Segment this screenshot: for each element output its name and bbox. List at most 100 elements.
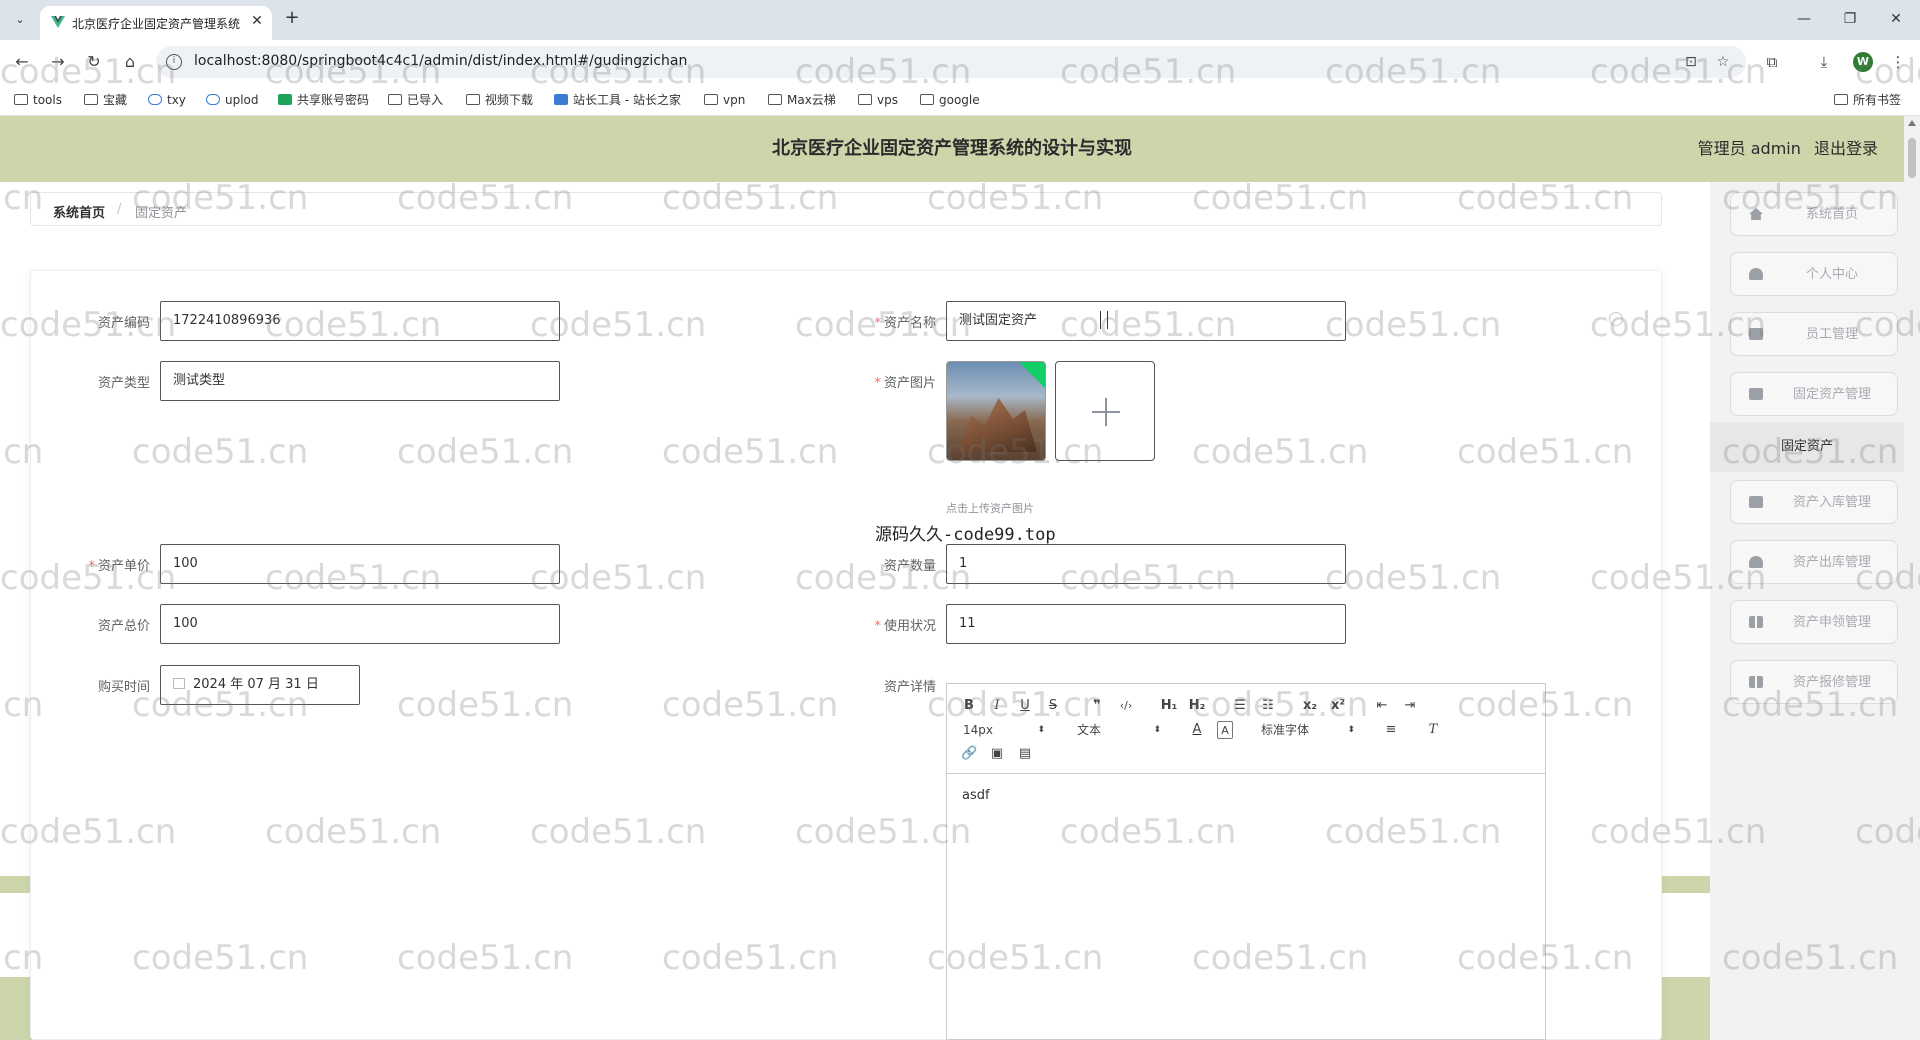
bookmark-treasure[interactable]: 宝藏 [84, 91, 127, 109]
sidebar-item-employees[interactable]: 员工管理 [1730, 312, 1898, 356]
bookmark-chinaz[interactable]: 站长工具 - 站长之家 [554, 91, 681, 109]
back-icon[interactable]: ← [12, 52, 32, 72]
bookmark-max[interactable]: Max云梯 [768, 91, 836, 109]
asset-image-thumbnail[interactable] [946, 361, 1046, 461]
underline-icon[interactable]: U [1017, 697, 1033, 715]
image-upload-add-button[interactable] [1055, 361, 1155, 461]
label-quantity: 资产数量 [883, 559, 936, 574]
heading1-icon[interactable]: H₁ [1159, 697, 1179, 715]
purchase-date-picker[interactable]: 2024 年 07 月 31 日 [160, 665, 360, 705]
profile-avatar[interactable]: W [1853, 52, 1873, 72]
label-asset-type: 资产类型 [97, 376, 150, 391]
sidebar-item-inbound[interactable]: 资产入库管理 [1730, 480, 1898, 524]
blockquote-icon[interactable]: ❞ [1089, 697, 1105, 715]
url-field[interactable]: i localhost:8080/springboot4c4c1/admin/d… [156, 46, 1746, 78]
block-format-select[interactable]: 文本 ⬍ [1077, 721, 1161, 739]
bookmark-uplod[interactable]: uplod [206, 91, 259, 109]
sidebar-item-outbound[interactable]: 资产出库管理 [1730, 540, 1898, 584]
code-block-icon[interactable]: ‹/› [1117, 697, 1135, 715]
bookmark-tools[interactable]: tools [14, 91, 62, 109]
reload-icon[interactable]: ↻ [84, 52, 104, 72]
scroll-up-arrow-icon[interactable] [1908, 120, 1916, 126]
sidebar-item-home[interactable]: 系统首页 [1730, 192, 1898, 236]
font-color-icon[interactable]: A [1189, 721, 1205, 739]
page-scrollbar[interactable] [1904, 116, 1920, 1040]
cloud-icon [206, 94, 220, 105]
extensions-icon[interactable]: ⧉ [1762, 52, 1782, 72]
sidebar-item-profile[interactable]: 个人中心 [1730, 252, 1898, 296]
inbound-icon [1749, 496, 1763, 508]
label-purchase-time: 购买时间 [97, 680, 150, 695]
folder-icon [84, 94, 98, 105]
restore-icon[interactable]: ❐ [1840, 9, 1860, 29]
asset-name-input[interactable]: 测试固定资产 [946, 301, 1346, 341]
bookmark-star-icon[interactable]: ☆ [1714, 53, 1732, 71]
folder-icon [768, 94, 782, 105]
bookmark-video-download[interactable]: 视频下载 [466, 91, 533, 109]
strikethrough-icon[interactable]: S [1045, 697, 1061, 715]
new-tab-icon[interactable]: + [282, 8, 302, 28]
folder-icon [858, 94, 872, 105]
browser-tab-bar: ⌄ 北京医疗企业固定资产管理系统 ✕ + — ❐ ✕ [0, 0, 1920, 40]
background-color-icon[interactable]: A [1217, 721, 1233, 739]
bullet-list-icon[interactable]: ☷ [1259, 697, 1277, 715]
download-icon[interactable]: ⤓ [1814, 52, 1834, 72]
forward-icon[interactable]: → [48, 52, 68, 72]
ordered-list-icon[interactable]: ☰ [1231, 697, 1249, 715]
sidebar-item-label: 系统首页 [1805, 207, 1858, 222]
tab-close-icon[interactable]: ✕ [248, 12, 266, 30]
video-icon[interactable]: ▤ [1017, 745, 1033, 763]
select-arrow-icon: ⬍ [1347, 725, 1355, 735]
bookmark-google[interactable]: google [920, 91, 980, 109]
window-close-icon[interactable]: ✕ [1886, 9, 1906, 29]
minimize-icon[interactable]: — [1794, 9, 1814, 29]
chinaz-icon [554, 94, 568, 105]
bookmark-imported[interactable]: 已导入 [388, 91, 443, 109]
sidebar-item-label: 员工管理 [1805, 327, 1858, 342]
apply-icon [1749, 616, 1763, 628]
bold-icon[interactable]: B [961, 697, 977, 715]
logout-link[interactable]: 退出登录 [1814, 139, 1878, 158]
sidebar-item-repair[interactable]: 资产报修管理 [1730, 660, 1898, 704]
clear-format-icon[interactable]: T [1425, 721, 1441, 739]
bookmark-vps[interactable]: vps [858, 91, 898, 109]
sidebar-item-label: 资产申领管理 [1792, 615, 1871, 630]
superscript-icon[interactable]: x² [1329, 697, 1347, 715]
home-icon [1749, 208, 1763, 220]
sidebar-item-apply[interactable]: 资产申领管理 [1730, 600, 1898, 644]
quantity-input[interactable]: 1 [946, 544, 1346, 584]
browser-tab-active[interactable]: 北京医疗企业固定资产管理系统 ✕ [40, 6, 272, 40]
font-family-select[interactable]: 标准字体 ⬍ [1261, 721, 1355, 739]
sidebar-item-fixed-assets[interactable]: 固定资产管理 [1730, 372, 1898, 416]
breadcrumb: 系统首页 / 固定资产 [30, 192, 1662, 226]
italic-icon[interactable]: I [989, 697, 1005, 715]
total-price-input[interactable]: 100 [160, 604, 560, 644]
heading2-icon[interactable]: H₂ [1187, 697, 1207, 715]
bookmark-txy[interactable]: txy [148, 91, 186, 109]
tab-search-chevron-icon[interactable]: ⌄ [10, 10, 30, 30]
subscript-icon[interactable]: x₂ [1301, 697, 1319, 715]
font-size-select[interactable]: 14px ⬍ [963, 721, 1045, 739]
unit-price-input[interactable]: 100 [160, 544, 560, 584]
asset-type-input[interactable]: 测试类型 [160, 361, 560, 401]
bookmark-shared-accounts[interactable]: 共享账号密码 [278, 91, 369, 109]
usage-status-input[interactable]: 11 [946, 604, 1346, 644]
asset-code-input[interactable]: 1722410896936 [160, 301, 560, 341]
browser-menu-icon[interactable]: ⋮ [1888, 52, 1908, 72]
scroll-thumb[interactable] [1908, 138, 1916, 178]
home-nav-icon[interactable]: ⌂ [120, 52, 140, 72]
bookmark-vpn[interactable]: vpn [704, 91, 745, 109]
sidebar-subitem-fixed-asset[interactable]: 固定资产 [1710, 422, 1904, 472]
asset-icon [1749, 388, 1763, 400]
link-icon[interactable]: 🔗 [961, 745, 977, 763]
editor-content[interactable]: asdf [962, 788, 990, 803]
bookmark-all[interactable]: 所有书签 [1834, 91, 1901, 109]
indent-icon[interactable]: ⇥ [1401, 697, 1419, 715]
screenshot-icon[interactable]: ⊡ [1682, 53, 1700, 71]
align-icon[interactable]: ≡ [1383, 721, 1399, 739]
select-arrow-icon: ⬍ [1037, 725, 1045, 735]
site-info-icon[interactable]: i [166, 54, 182, 70]
outdent-icon[interactable]: ⇤ [1373, 697, 1391, 715]
breadcrumb-home[interactable]: 系统首页 [53, 202, 105, 221]
image-icon[interactable]: ▣ [989, 745, 1005, 763]
